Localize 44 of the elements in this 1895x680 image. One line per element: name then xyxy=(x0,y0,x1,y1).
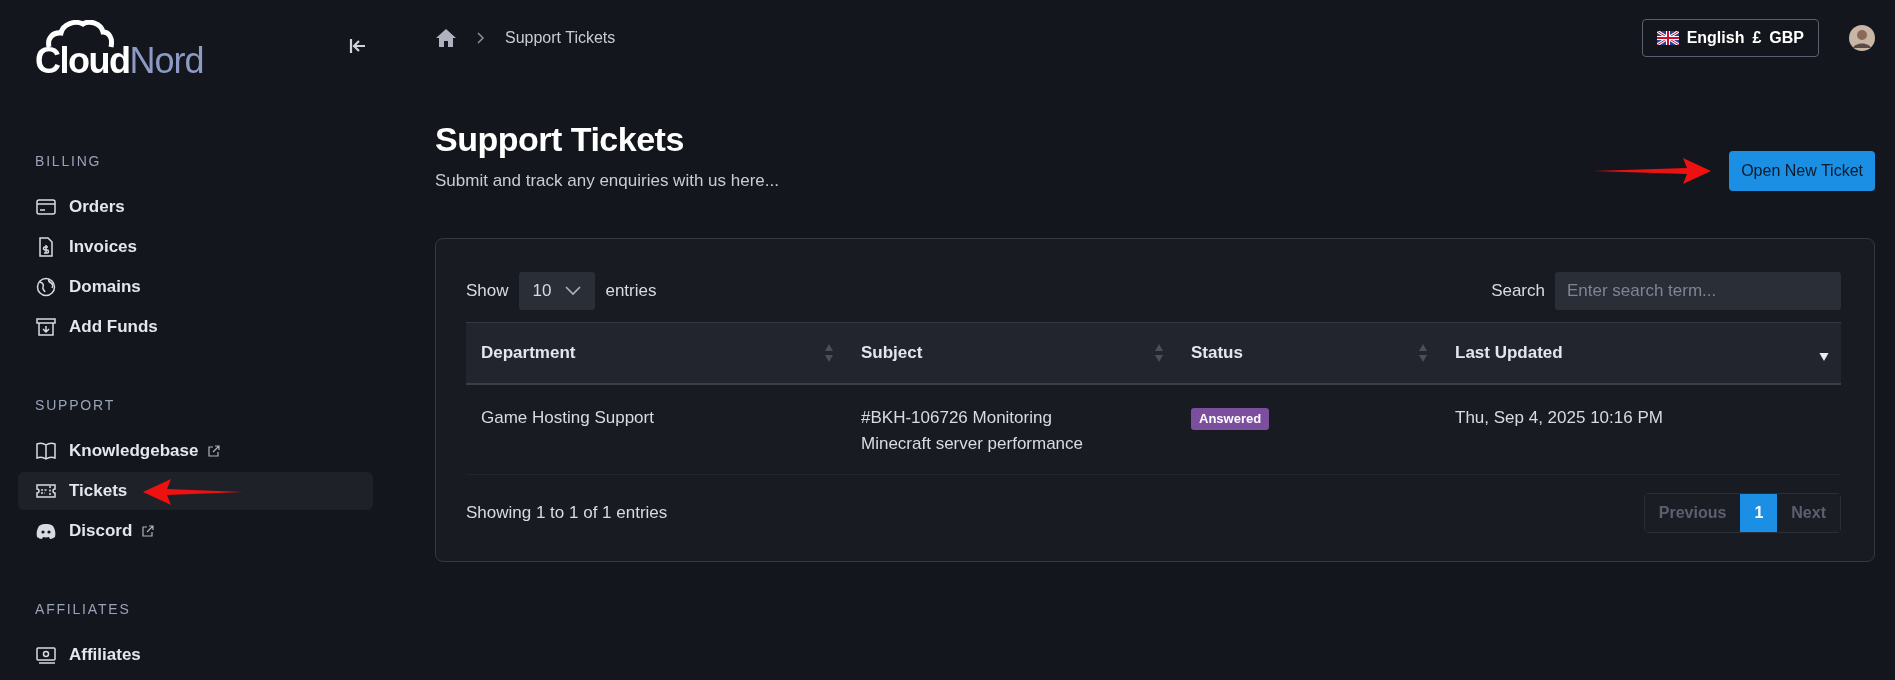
language-currency-button[interactable]: English £ GBP xyxy=(1641,19,1819,57)
page-subtitle: Submit and track any enquiries with us here... xyxy=(435,171,779,191)
section-heading: SUPPORT xyxy=(34,397,117,413)
section-heading: AFFILIATES xyxy=(34,601,132,617)
chevron-down-icon xyxy=(565,286,582,296)
table-cell: Thu, Sep 4, 2025 10:16 PM xyxy=(1440,385,1841,475)
sidebar-item[interactable]: Tickets xyxy=(18,472,373,510)
sidebar-item[interactable]: Invoices xyxy=(18,228,373,266)
show-label: Show xyxy=(466,281,509,301)
sidebar-item[interactable]: Affiliates xyxy=(18,636,373,674)
cloud-logo-icon xyxy=(45,20,115,48)
money-icon xyxy=(35,644,57,666)
sidebar-item[interactable]: Orders xyxy=(18,188,373,226)
sidebar-item[interactable]: Domains xyxy=(18,268,373,306)
card-icon xyxy=(35,196,57,218)
breadcrumb-item: Support Tickets xyxy=(505,29,616,47)
home-icon[interactable] xyxy=(435,28,457,48)
column-header[interactable]: Department xyxy=(466,323,846,385)
box-icon xyxy=(35,316,57,338)
search-label: Search xyxy=(1491,281,1545,301)
flag-icon xyxy=(1656,31,1679,45)
column-header[interactable]: Last Updated xyxy=(1440,323,1841,385)
collapse-icon[interactable] xyxy=(349,38,367,54)
table-cell: Game Hosting Support xyxy=(466,385,846,475)
avatar[interactable] xyxy=(1849,25,1875,51)
page-size-select[interactable]: 10 xyxy=(518,272,596,310)
entries-summary: Showing 1 to 1 of 1 entries xyxy=(466,503,668,523)
book-icon xyxy=(35,440,57,462)
column-header[interactable]: Status xyxy=(1176,323,1440,385)
status-badge: Answered xyxy=(1191,408,1270,430)
entries-label: entries xyxy=(605,281,657,301)
chevron-right-icon xyxy=(477,32,485,44)
sidebar-item[interactable]: Knowledgebase xyxy=(18,432,373,470)
section-heading: BILLING xyxy=(34,153,103,169)
logo-text: Cloud xyxy=(35,40,130,82)
page-title: Support Tickets xyxy=(435,120,685,159)
sidebar-item[interactable]: Discord xyxy=(18,512,373,550)
search-field[interactable]: Enter search term... xyxy=(1555,272,1841,310)
sidebar-item[interactable]: Add Funds xyxy=(18,308,373,346)
logo-text: Nord xyxy=(129,40,204,82)
open-new-ticket-button[interactable]: Open New Ticket xyxy=(1729,151,1875,191)
globe-icon xyxy=(35,276,57,298)
table-cell: #BKH-106726 Monitoring Minecraft server performance xyxy=(861,408,1084,453)
column-header[interactable]: Subject xyxy=(846,323,1176,385)
